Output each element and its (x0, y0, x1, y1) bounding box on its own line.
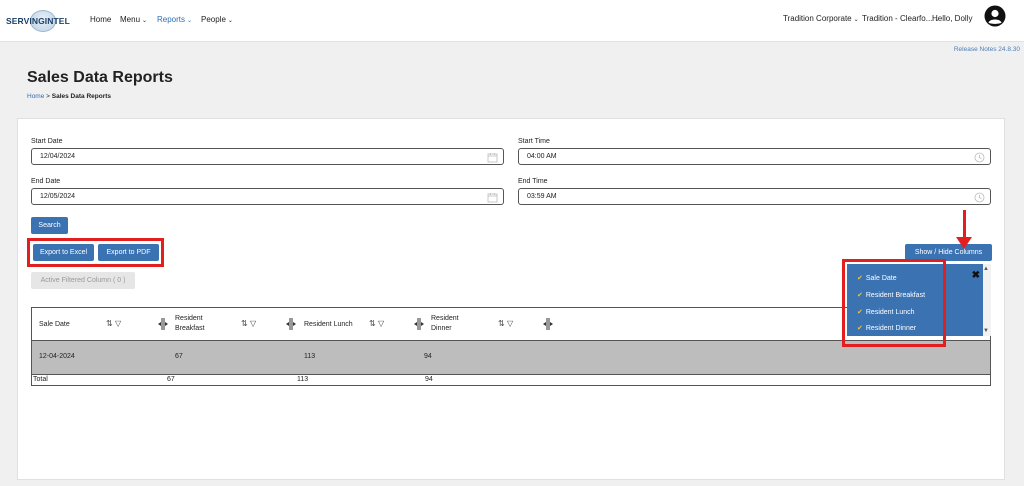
active-filtered-column-button[interactable]: Active Filtered Column ( 0 ) (31, 272, 135, 289)
nav-menu[interactable]: Menu ⌄ (120, 15, 147, 24)
servingintel-logo[interactable]: SERVINGINTEL (6, 10, 84, 32)
column-resize-icon[interactable] (543, 317, 553, 331)
sort-icon[interactable]: ⇅ (369, 319, 376, 328)
cell-resident-dinner: 94 (424, 353, 432, 360)
org-selector[interactable]: Tradition Corporate ⌄ (783, 14, 859, 23)
end-date-field[interactable]: 12/05/2024 (31, 188, 504, 205)
end-date-value: 12/05/2024 (40, 193, 76, 200)
end-date-label: End Date (31, 178, 61, 185)
logo-text: SERVINGINTEL (6, 16, 70, 26)
red-arrow-shaft (963, 210, 966, 240)
start-date-field[interactable]: 12/04/2024 (31, 148, 504, 165)
chevron-down-icon: ⌄ (227, 18, 233, 24)
breadcrumb-current: Sales Data Reports (51, 93, 112, 100)
user-greeting[interactable]: Hello, Dolly (932, 14, 972, 23)
scroll-up-icon[interactable]: ▲ (983, 266, 989, 272)
col-header-sale-date[interactable]: Sale Date (39, 308, 99, 340)
scroll-down-icon[interactable]: ▼ (983, 328, 989, 334)
calendar-icon[interactable] (487, 152, 498, 163)
col-header-resident-lunch[interactable]: Resident Lunch (304, 308, 364, 340)
column-resize-icon[interactable] (414, 317, 424, 331)
clock-icon[interactable] (974, 192, 985, 203)
table-total-row: Total 67 113 94 (31, 374, 991, 386)
total-resident-lunch: 113 (297, 376, 309, 383)
sort-icon[interactable]: ⇅ (106, 319, 113, 328)
chevron-down-icon: ⌄ (187, 18, 193, 24)
chevron-down-icon: ⌄ (853, 17, 859, 23)
total-label: Total (33, 376, 48, 383)
nav-home[interactable]: Home (90, 15, 111, 24)
start-date-value: 12/04/2024 (40, 153, 76, 160)
column-resize-icon[interactable] (286, 317, 296, 331)
end-time-label: End Time (518, 178, 548, 185)
end-time-value: 03:59 AM (527, 193, 557, 200)
total-resident-breakfast: 67 (167, 376, 175, 383)
search-button[interactable]: Search (31, 217, 68, 234)
col-header-resident-breakfast[interactable]: Resident Breakfast (175, 308, 230, 340)
chevron-down-icon: ⌄ (142, 18, 148, 24)
start-time-value: 04:00 AM (527, 153, 557, 160)
clock-icon[interactable] (974, 152, 985, 163)
filter-icon[interactable]: ▽ (378, 319, 384, 328)
nav-people-label: People (201, 15, 226, 24)
start-date-label: Start Date (31, 138, 63, 145)
nav-reports[interactable]: Reports ⌄ (157, 15, 192, 24)
total-resident-dinner: 94 (425, 376, 433, 383)
calendar-icon[interactable] (487, 192, 498, 203)
breadcrumb-separator: > (44, 93, 52, 100)
user-icon[interactable] (984, 5, 1006, 27)
org-label: Tradition Corporate (783, 14, 852, 23)
column-resize-icon[interactable] (158, 317, 168, 331)
site-label: Tradition - Clearfo... (862, 14, 933, 23)
col-header-resident-dinner[interactable]: Resident Dinner (431, 308, 473, 340)
top-navbar: SERVINGINTEL Home Menu ⌄ Reports ⌄ People ⌄… (0, 0, 1024, 42)
release-notes-link[interactable]: Release Notes 24.8.30 (954, 46, 1020, 53)
sort-filter-resident-dinner[interactable]: ⇅ ▽ (498, 319, 513, 328)
cell-resident-breakfast: 67 (175, 353, 183, 360)
breadcrumb: Home > Sales Data Reports (27, 93, 111, 100)
breadcrumb-home[interactable]: Home (27, 93, 44, 100)
sort-filter-sale-date[interactable]: ⇅ ▽ (106, 319, 121, 328)
filter-icon[interactable]: ▽ (250, 319, 256, 328)
nav-menu-label: Menu (120, 15, 141, 24)
nav-people[interactable]: People ⌄ (201, 15, 233, 24)
filter-icon[interactable]: ▽ (507, 319, 513, 328)
end-time-field[interactable]: 03:59 AM (518, 188, 991, 205)
sort-filter-resident-lunch[interactable]: ⇅ ▽ (369, 319, 384, 328)
site-selector[interactable]: Tradition - Clearfo... ⌄ (862, 14, 939, 23)
close-icon[interactable]: ✖ (972, 270, 980, 281)
highlight-export-buttons (27, 238, 164, 267)
start-time-field[interactable]: 04:00 AM (518, 148, 991, 165)
cell-sale-date: 12-04-2024 (39, 353, 75, 360)
column-menu-scrollbar[interactable]: ▲ ▼ (983, 264, 991, 336)
highlight-column-menu (842, 259, 946, 347)
page-title: Sales Data Reports (27, 69, 173, 86)
nav-reports-label: Reports (157, 15, 186, 24)
sort-icon[interactable]: ⇅ (498, 319, 505, 328)
filter-icon[interactable]: ▽ (115, 319, 121, 328)
sort-icon[interactable]: ⇅ (241, 319, 248, 328)
sort-filter-resident-breakfast[interactable]: ⇅ ▽ (241, 319, 256, 328)
start-time-label: Start Time (518, 138, 550, 145)
red-arrow-head (956, 237, 972, 249)
cell-resident-lunch: 113 (304, 353, 316, 360)
